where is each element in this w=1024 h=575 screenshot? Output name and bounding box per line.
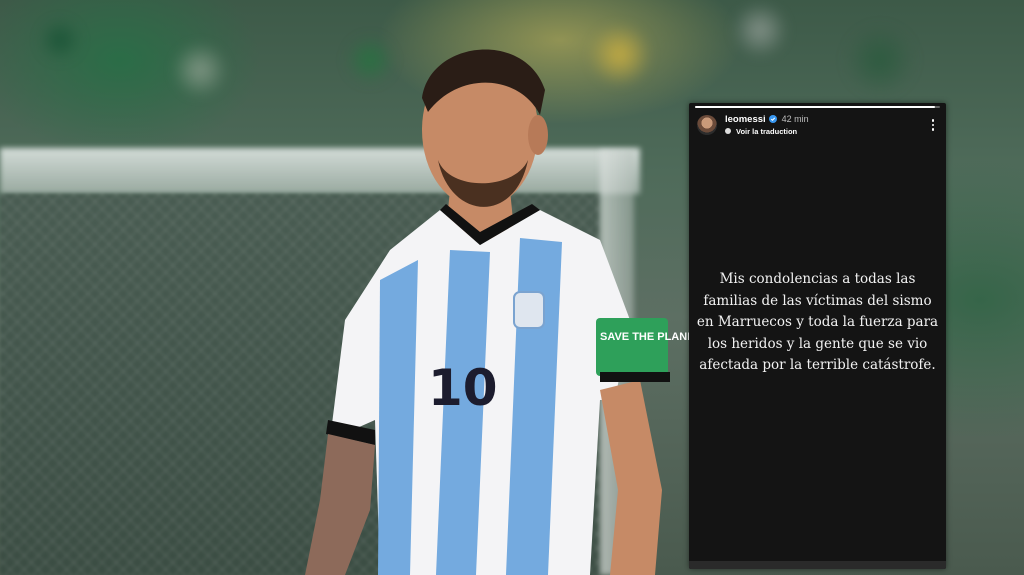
story-meta: leomessi 42 min Voir la traduction bbox=[725, 114, 809, 137]
captain-armband bbox=[596, 318, 668, 376]
story-progress-fill bbox=[695, 106, 936, 108]
jersey-number: 10 bbox=[428, 359, 498, 417]
armband-edge bbox=[600, 372, 670, 382]
story-progress-bar bbox=[695, 106, 940, 108]
translate-label: Voir la traduction bbox=[736, 126, 798, 136]
armband-text: SAVE THE PLANET bbox=[600, 331, 690, 343]
story-author-row: leomessi 42 min bbox=[725, 114, 809, 125]
story-message: Mis condolencias a todas las familias de… bbox=[696, 271, 939, 373]
player-figure: SAVE THE PLANET 10 bbox=[305, 49, 690, 575]
post-time: 42 min bbox=[781, 113, 809, 124]
instagram-story: leomessi 42 min Voir la traduction Mis c… bbox=[689, 103, 946, 569]
player-arm-left bbox=[305, 434, 375, 575]
translate-link[interactable]: Voir la traduction bbox=[725, 126, 809, 137]
story-header: leomessi 42 min Voir la traduction bbox=[697, 113, 938, 137]
globe-icon bbox=[725, 128, 731, 134]
username[interactable]: leomessi bbox=[725, 114, 766, 125]
more-options-button[interactable] bbox=[928, 117, 938, 133]
jersey-crest bbox=[513, 291, 545, 329]
avatar[interactable] bbox=[697, 115, 717, 135]
more-options-icon bbox=[931, 119, 935, 122]
player-ear bbox=[528, 115, 548, 155]
verified-badge-icon bbox=[768, 115, 777, 123]
story-footer bbox=[689, 561, 946, 569]
player-arm-right bbox=[600, 380, 662, 575]
